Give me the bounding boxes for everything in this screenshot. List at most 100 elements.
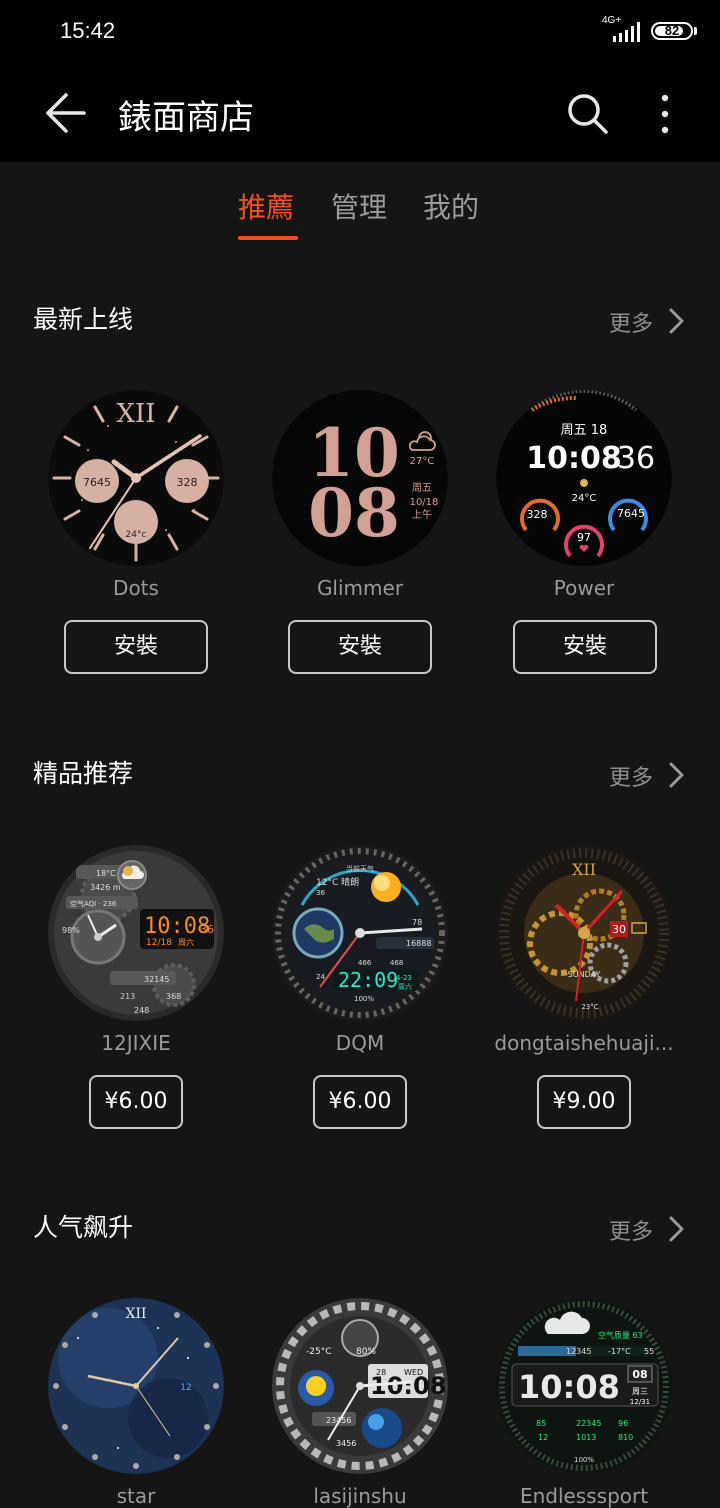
dqm-header: 当前天气 <box>346 864 374 873</box>
endless-date2: 12/31 <box>630 1398 650 1406</box>
watch-face-12jixie[interactable]: 18°C 3426 m 空气AQI · 236 10:08 36 12/18 周… <box>48 845 224 1021</box>
jixie-alt: 3426 m <box>90 883 121 892</box>
power-seconds: 36 <box>617 441 655 476</box>
glimmer-ampm: 上午 <box>412 508 432 521</box>
lasi-pct: 80% <box>356 1347 376 1357</box>
watch-face-star[interactable]: XII 12 <box>48 1298 224 1474</box>
endless-date: 08 <box>632 1368 647 1381</box>
watch-face-lasijinshu[interactable]: -25°C 80% 10:08 28 WED 23456 3456 <box>272 1298 448 1474</box>
jixie-v3: 248 <box>134 1006 149 1015</box>
endless-aqi: 空气质量 63 <box>598 1330 643 1340</box>
tab-manage[interactable]: 管理 <box>331 186 387 226</box>
numeral-xii: XII <box>125 1306 146 1322</box>
jixie-pct: 98% <box>62 926 80 935</box>
endless-battery: 100% <box>574 1456 594 1464</box>
watch-face-dongtaishehuaji[interactable]: XII 30 SUNDAY 23°C <box>496 845 672 1021</box>
watch-face-name: Power <box>553 576 615 600</box>
signal-icon <box>613 22 640 42</box>
watch-face-name: dongtaishehuaji... <box>494 1031 674 1055</box>
app-bar: 錶面商店 <box>0 64 720 162</box>
chevron-right-icon[interactable] <box>664 760 688 790</box>
glimmer-minute: 08 <box>308 474 400 552</box>
more-vertical-icon[interactable] <box>648 88 682 140</box>
dqm-heart: 78 <box>412 918 422 927</box>
dqm-humidity: 36 <box>316 889 325 897</box>
jixie-v1: 213 <box>120 992 135 1001</box>
dots-steps: 7645 <box>83 476 111 489</box>
dqm-day: 24 <box>316 973 325 981</box>
watch-face-name: 12JIXIE <box>101 1031 171 1055</box>
endless-temp: -17°C <box>608 1347 631 1356</box>
dots-temp: 24°c <box>126 530 147 540</box>
numeral-xii: XII <box>572 860 596 879</box>
endless-weekday: 周三 <box>632 1387 648 1396</box>
back-arrow-icon[interactable] <box>38 90 92 136</box>
more-link-featured[interactable]: 更多 <box>609 760 653 792</box>
watch-face-name: lasijinshu <box>313 1484 407 1508</box>
dqm-steps: 16888 <box>406 939 431 948</box>
battery-level: 82 <box>664 23 680 38</box>
dots-heart: 328 <box>177 476 198 489</box>
install-button[interactable]: 安裝 <box>64 620 208 674</box>
lasi-temp: -25°C <box>306 1347 331 1357</box>
status-bar: 15:42 4G+ 82 <box>0 0 720 64</box>
glimmer-date: 10/18 <box>410 497 439 508</box>
search-icon[interactable] <box>562 88 614 140</box>
price-button[interactable]: ¥6.00 <box>313 1075 407 1129</box>
endless-a: 85 <box>536 1419 546 1428</box>
watch-face-name: star <box>116 1484 156 1508</box>
chevron-right-icon[interactable] <box>664 306 688 336</box>
dongtai-temp: 23°C <box>581 1003 598 1011</box>
dongtai-date: 30 <box>612 923 626 936</box>
install-button[interactable]: 安裝 <box>513 620 657 674</box>
section-title-featured: 精品推荐 <box>33 759 134 788</box>
watch-face-name: Dots <box>113 576 159 600</box>
dqm-date: 4-23 <box>396 974 412 982</box>
watch-face-name: Glimmer <box>316 576 404 600</box>
endless-v: 55 <box>644 1347 654 1356</box>
tab-active-indicator <box>238 236 298 240</box>
install-button[interactable]: 安裝 <box>288 620 432 674</box>
watch-face-name: DQM <box>335 1031 385 1055</box>
chevron-right-icon[interactable] <box>664 1214 688 1244</box>
endless-d: 12 <box>538 1433 548 1442</box>
power-time: 10:08 <box>526 441 622 476</box>
more-link-new[interactable]: 更多 <box>609 306 653 338</box>
endless-b: 22345 <box>576 1419 601 1428</box>
power-right: 7645 <box>617 507 645 520</box>
tab-recommended[interactable]: 推薦 <box>238 186 294 226</box>
power-date: 周五 18 <box>561 423 608 438</box>
power-left: 328 <box>527 508 548 521</box>
watch-face-power[interactable]: 周五 18 10:08 36 24°C 328 7645 97 <box>496 390 672 566</box>
dqm-weather: 12°C 晴朗 <box>316 876 359 888</box>
battery-icon: 82 <box>651 22 693 40</box>
battery-tip <box>694 27 697 35</box>
tab-bar: 推薦 管理 我的 <box>0 186 720 246</box>
status-time: 15:42 <box>60 18 116 43</box>
lasi-day: 28 <box>376 1368 386 1377</box>
dqm-weekday: 周六 <box>398 982 412 991</box>
jixie-v2: 368 <box>166 992 181 1001</box>
watch-face-endlesssport[interactable]: 空气质量 63 12345 -17°C 55 10:08 08 周三 12/31… <box>496 1298 672 1474</box>
watch-face-dqm[interactable]: 当前天气 12°C 晴朗 36 78 16888 466 468 22:09 4… <box>272 845 448 1021</box>
tab-mine[interactable]: 我的 <box>423 186 479 226</box>
jixie-seconds: 36 <box>200 923 214 936</box>
endless-c: 96 <box>618 1419 628 1428</box>
price-button[interactable]: ¥6.00 <box>89 1075 183 1129</box>
watch-face-name: Endlesssport <box>519 1484 649 1508</box>
endless-f: 810 <box>618 1433 633 1442</box>
power-temp: 24°C <box>572 493 597 504</box>
glimmer-temp: 27°C <box>410 456 435 467</box>
watch-face-dots[interactable]: XII 7645 328 24°c <box>48 390 224 566</box>
endless-e: 1013 <box>576 1433 596 1442</box>
lasi-weekday: WED <box>404 1368 423 1377</box>
price-button[interactable]: ¥9.00 <box>537 1075 631 1129</box>
watch-face-glimmer[interactable]: 10 08 27°C 周五 10/18 上午 <box>272 390 448 566</box>
lasi-v2: 3456 <box>336 1439 356 1448</box>
dqm-v1: 466 <box>358 959 372 967</box>
jixie-aqi: 空气AQI · 236 <box>70 899 117 908</box>
jixie-weekday: 周六 <box>178 937 194 947</box>
more-link-trending[interactable]: 更多 <box>609 1214 653 1246</box>
page-title: 錶面商店 <box>118 98 254 138</box>
dongtai-weekday: SUNDAY <box>568 970 601 979</box>
